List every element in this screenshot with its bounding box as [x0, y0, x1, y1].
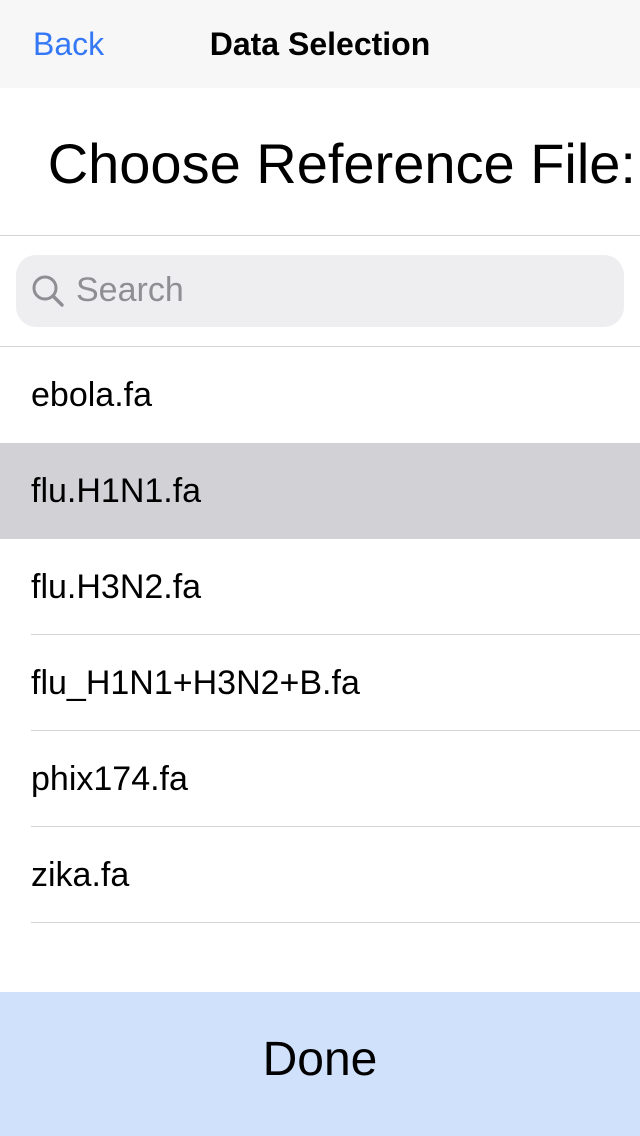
file-row-zika[interactable]: zika.fa	[0, 827, 640, 923]
navigation-bar: Back Data Selection	[0, 0, 640, 88]
done-label: Done	[262, 1033, 378, 1086]
file-row-phix174[interactable]: phix174.fa	[0, 731, 640, 827]
file-name: phix174.fa	[31, 760, 188, 798]
file-name: ebola.fa	[31, 376, 152, 414]
file-row-flu-combined[interactable]: flu_H1N1+H3N2+B.fa	[0, 635, 640, 731]
page-heading: Choose Reference File:	[47, 132, 636, 195]
file-row-flu-h3n2[interactable]: flu.H3N2.fa	[0, 539, 640, 635]
nav-title: Data Selection	[209, 26, 431, 62]
done-button[interactable]: Done	[0, 992, 640, 1136]
file-list: ebola.fa flu.H1N1.fa flu.H3N2.fa flu_H1N…	[0, 347, 640, 923]
divider	[0, 235, 640, 236]
file-name: zika.fa	[31, 856, 130, 894]
search-icon	[32, 275, 64, 307]
row-separator	[31, 922, 640, 923]
search-input[interactable]	[76, 264, 596, 316]
file-row-ebola[interactable]: ebola.fa	[0, 347, 640, 443]
file-name: flu.H3N2.fa	[31, 568, 202, 606]
file-name: flu_H1N1+H3N2+B.fa	[31, 664, 360, 702]
file-name: flu.H1N1.fa	[31, 472, 202, 510]
file-row-flu-h1n1[interactable]: flu.H1N1.fa	[0, 443, 640, 539]
